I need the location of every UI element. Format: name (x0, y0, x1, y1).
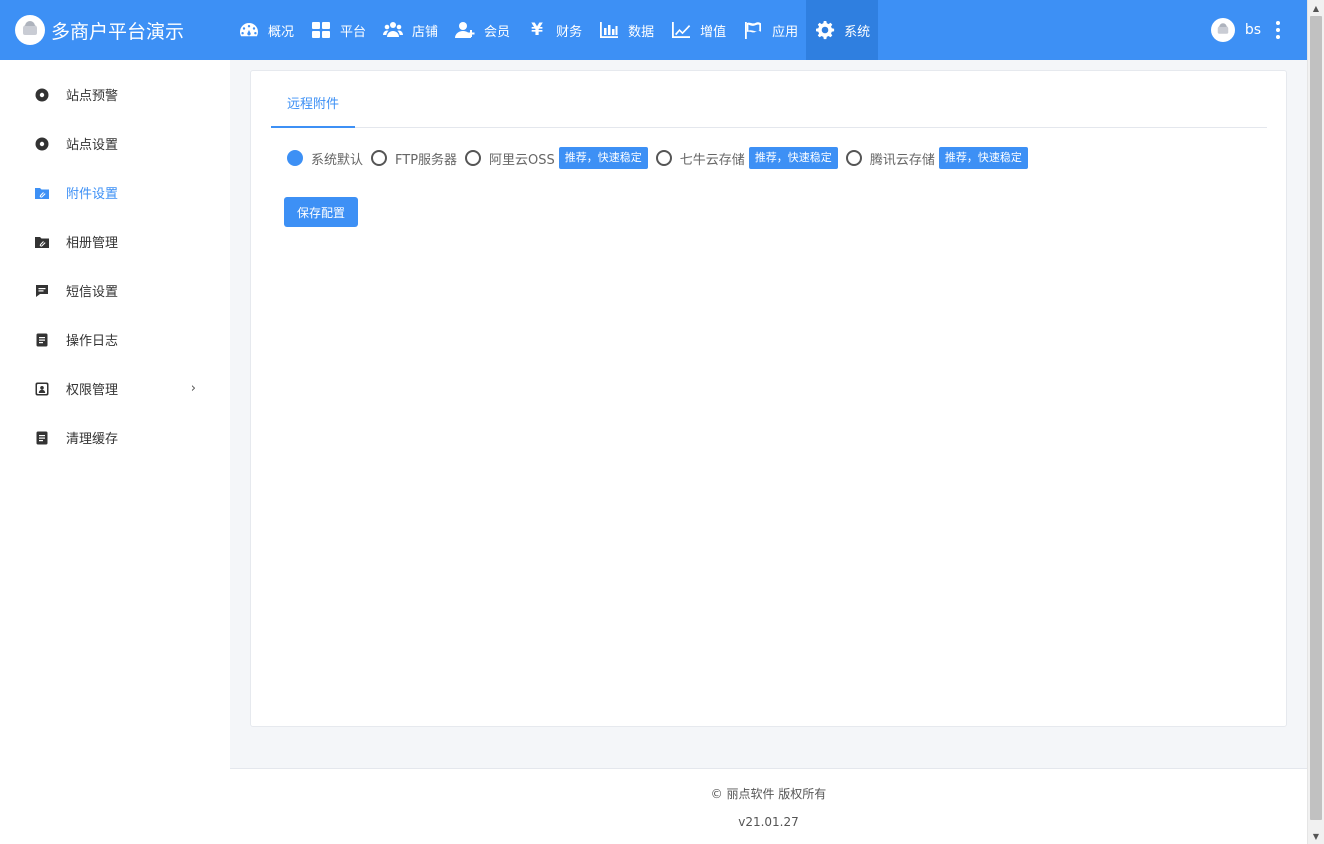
nav-item-system[interactable]: 系统 (806, 0, 879, 60)
scroll-up-arrow-icon[interactable]: ▲ (1308, 0, 1324, 16)
nav-item-value-added[interactable]: 增值 (662, 0, 734, 60)
sidebar-item-attachment-settings[interactable]: 附件设置 (0, 168, 230, 217)
recommend-badge: 推荐，快速稳定 (748, 147, 838, 169)
nav-item-shops[interactable]: 店铺 (374, 0, 446, 60)
yen-icon: ¥ (531, 20, 543, 40)
radio-option-tencent-cos[interactable]: 腾讯云存储 推荐，快速稳定 (845, 147, 1028, 169)
logo-icon (15, 15, 45, 45)
brand[interactable]: 多商户平台演示 (0, 0, 230, 60)
avatar (1210, 18, 1235, 42)
radio-option-aliyun-oss[interactable]: 阿里云OSS 推荐，快速稳定 (465, 147, 648, 169)
scrollbar-thumb[interactable] (1310, 16, 1322, 820)
sidebar-item-album-management[interactable]: 相册管理 (0, 217, 230, 266)
radio-option-system-default[interactable]: 系统默认 (287, 149, 363, 168)
folder-attachment-icon (34, 234, 49, 249)
sidebar-item-operation-log[interactable]: 操作日志 (0, 315, 230, 364)
sidebar: 站点预警 站点设置 附件设置 相册管理 短信设置 操作日志 权限管理 › 清理缓… (0, 60, 230, 844)
sidebar-item-site-settings[interactable]: 站点设置 (0, 119, 230, 168)
users-icon (382, 19, 404, 41)
radio-option-ftp[interactable]: FTP服务器 (371, 149, 457, 168)
nav-item-data[interactable]: 数据 (590, 0, 662, 60)
user-plus-icon (454, 19, 476, 41)
version-text: v21.01.27 (738, 815, 799, 829)
copyright-text: © 丽点软件 版权所有 (710, 787, 827, 801)
sidebar-item-permission-management[interactable]: 权限管理 › (0, 364, 230, 413)
scroll-down-arrow-icon[interactable]: ▼ (1308, 828, 1324, 844)
tab-remote-attachment[interactable]: 远程附件 (271, 91, 356, 128)
nav-item-platform[interactable]: 平台 (302, 0, 374, 60)
bar-chart-icon (598, 19, 620, 41)
radio-button[interactable] (371, 150, 388, 166)
nav-item-finance[interactable]: ¥ 财务 (518, 0, 590, 60)
grid-icon (310, 19, 332, 41)
storage-radio-group: 系统默认 FTP服务器 阿里云OSS 推荐，快速稳定 七牛云存储 推荐，快速稳定… (287, 146, 1036, 170)
user-name: bs (1244, 22, 1261, 38)
gear-icon (34, 136, 49, 151)
page-scrollbar[interactable]: ▲ ▼ (1307, 0, 1324, 844)
nav-item-overview[interactable]: 概况 (230, 0, 302, 60)
chevron-right-icon: › (190, 381, 196, 396)
sidebar-item-clear-cache[interactable]: 清理缓存 (0, 413, 230, 462)
nav-item-members[interactable]: 会员 (446, 0, 518, 60)
settings-card: 远程附件 系统默认 FTP服务器 阿里云OSS 推荐，快速稳定 七牛云存储 推荐… (250, 70, 1287, 727)
line-chart-icon (670, 19, 692, 41)
user-menu[interactable]: bs (1210, 0, 1281, 60)
brand-title: 多商户平台演示 (51, 20, 185, 43)
flag-icon (742, 19, 764, 41)
sidebar-item-site-warning[interactable]: 站点预警 (0, 70, 230, 119)
radio-button[interactable] (465, 150, 482, 166)
radio-button[interactable] (287, 150, 303, 166)
document-icon (34, 430, 49, 445)
main-nav: 概况 平台 店铺 会员 ¥ 财务 数据 增值 应用 系统 (230, 0, 879, 60)
recommend-badge: 推荐，快速稳定 (938, 147, 1028, 169)
radio-button[interactable] (655, 150, 672, 166)
gear-icon (34, 87, 49, 102)
radio-option-qiniu[interactable]: 七牛云存储 推荐，快速稳定 (655, 147, 838, 169)
tab-bar: 远程附件 (271, 91, 1267, 128)
message-icon (34, 283, 49, 298)
recommend-badge: 推荐，快速稳定 (558, 147, 648, 169)
save-config-button[interactable]: 保存配置 (284, 197, 358, 227)
more-vertical-icon[interactable] (1275, 21, 1281, 39)
document-icon (34, 332, 49, 347)
radio-button[interactable] (845, 150, 862, 166)
sidebar-item-sms-settings[interactable]: 短信设置 (0, 266, 230, 315)
nav-item-apps[interactable]: 应用 (734, 0, 806, 60)
folder-attachment-icon (34, 185, 49, 200)
dashboard-icon (238, 19, 260, 41)
footer: © 丽点软件 版权所有 v21.01.27 (230, 768, 1307, 844)
top-navbar: 多商户平台演示 概况 平台 店铺 会员 ¥ 财务 数据 增值 应用 系统 bs (0, 0, 1307, 60)
gear-icon (814, 19, 836, 41)
user-card-icon (34, 381, 49, 396)
